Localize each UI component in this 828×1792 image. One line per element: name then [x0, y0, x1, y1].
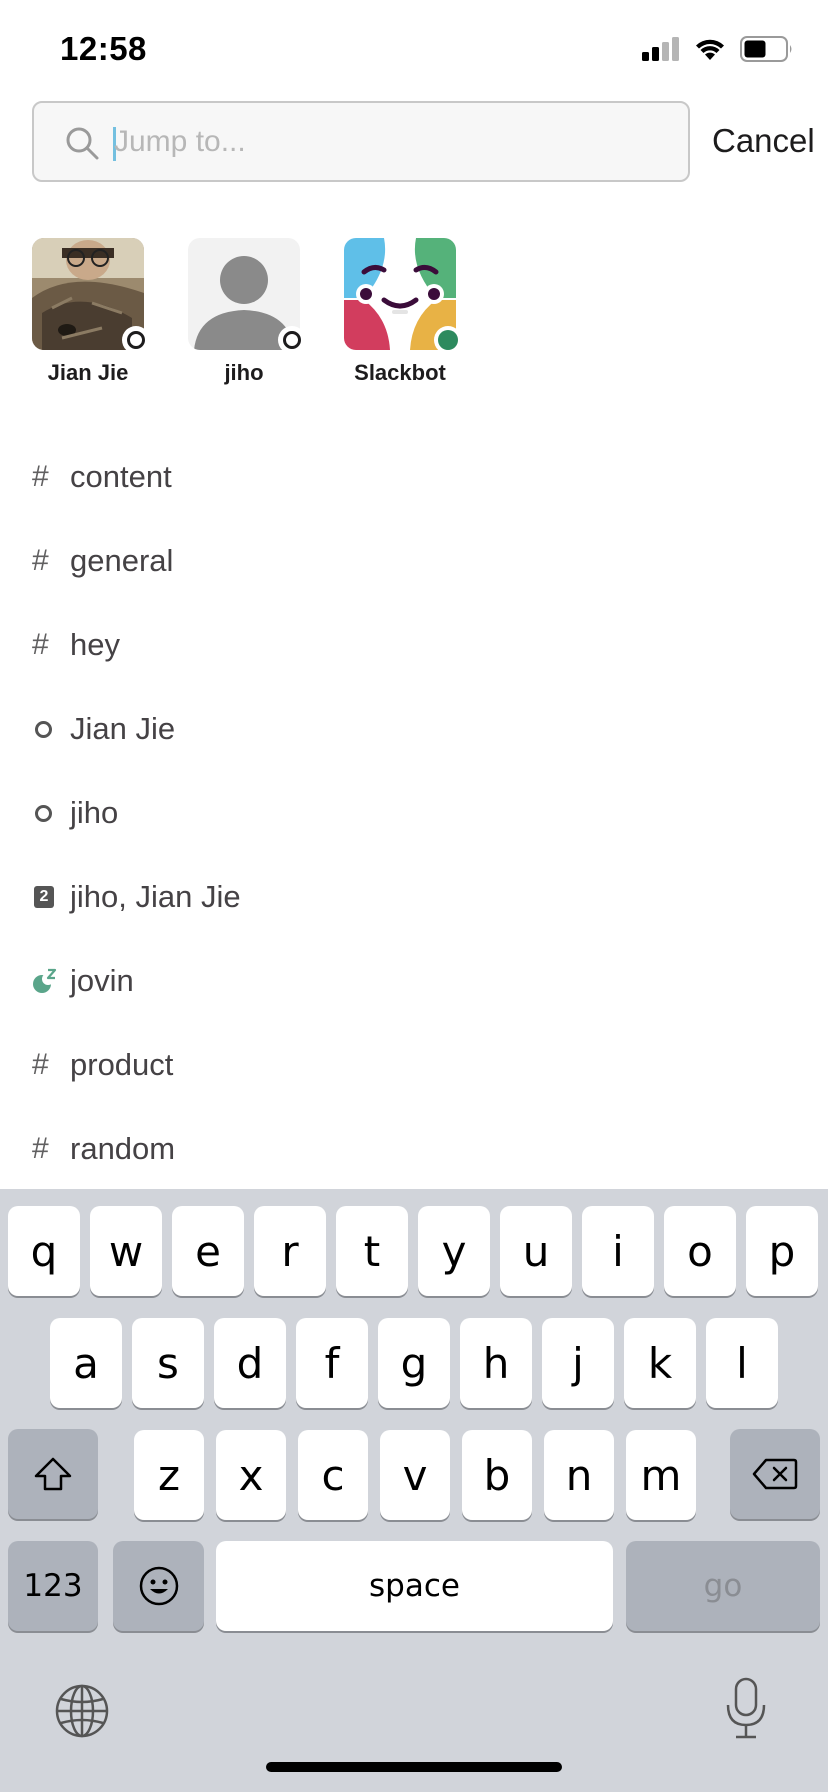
key-n[interactable]: n: [544, 1430, 614, 1520]
away-presence-icon: [32, 804, 70, 822]
avatar-name: jiho: [224, 360, 264, 385]
keyboard: qwertyuiop asdfghjkl zxcvbnm 123 space g…: [0, 1189, 828, 1792]
hash-icon: #: [32, 1048, 49, 1081]
status-bar: 12:58: [0, 0, 828, 100]
channel-row-general[interactable]: # general: [0, 519, 828, 603]
microphone-icon: [726, 1677, 766, 1739]
key-v[interactable]: v: [380, 1430, 450, 1520]
key-q[interactable]: q: [8, 1206, 80, 1296]
globe-button[interactable]: [54, 1683, 110, 1739]
avatar-item-slackbot[interactable]: Slackbot: [344, 238, 462, 386]
away-presence-icon: [32, 720, 70, 738]
key-e[interactable]: e: [172, 1206, 244, 1296]
key-j[interactable]: j: [542, 1318, 614, 1408]
dm-label: Jian Jie: [70, 711, 176, 746]
key-t[interactable]: t: [336, 1206, 408, 1296]
key-s[interactable]: s: [132, 1318, 204, 1408]
group-dm-label: jiho, Jian Jie: [70, 879, 241, 914]
key-b[interactable]: b: [462, 1430, 532, 1520]
dm-row-jiho[interactable]: jiho: [0, 771, 828, 855]
search-input[interactable]: [114, 103, 674, 180]
channel-label: hey: [70, 627, 120, 662]
status-time: 12:58: [60, 30, 147, 67]
dm-row-jovin[interactable]: jovin: [0, 939, 828, 1023]
emoji-icon: [139, 1566, 178, 1606]
channel-row-product[interactable]: # product: [0, 1023, 828, 1107]
away-presence-icon: [278, 326, 306, 354]
dictation-button[interactable]: [722, 1677, 770, 1741]
space-key[interactable]: space: [216, 1541, 613, 1631]
key-f[interactable]: f: [296, 1318, 368, 1408]
avatar-item-jian-jie[interactable]: Jian Jie: [32, 238, 150, 386]
key-g[interactable]: g: [378, 1318, 450, 1408]
key-x[interactable]: x: [216, 1430, 286, 1520]
key-a[interactable]: a: [50, 1318, 122, 1408]
channel-row-random[interactable]: # random: [0, 1107, 828, 1191]
key-c[interactable]: c: [298, 1430, 368, 1520]
channel-label: random: [70, 1131, 176, 1166]
search-icon: [66, 127, 99, 160]
home-indicator: [266, 1762, 562, 1772]
key-h[interactable]: h: [460, 1318, 532, 1408]
cancel-button[interactable]: Cancel: [712, 122, 815, 160]
avatar-name: Jian Jie: [47, 360, 129, 385]
dm-row-jian-jie[interactable]: Jian Jie: [0, 687, 828, 771]
cellular-signal-icon: [642, 37, 679, 61]
snooze-presence-icon: [32, 968, 70, 994]
hash-icon: #: [32, 628, 49, 661]
key-u[interactable]: u: [500, 1206, 572, 1296]
key-l[interactable]: l: [706, 1318, 778, 1408]
hash-icon: #: [32, 544, 49, 577]
avatar-item-jiho[interactable]: jiho: [188, 238, 306, 386]
key-p[interactable]: p: [746, 1206, 818, 1296]
channel-label: content: [70, 459, 172, 494]
key-i[interactable]: i: [582, 1206, 654, 1296]
backspace-key[interactable]: [730, 1429, 820, 1519]
key-y[interactable]: y: [418, 1206, 490, 1296]
active-presence-icon: [434, 326, 462, 354]
key-m[interactable]: m: [626, 1430, 696, 1520]
channel-label: product: [70, 1047, 174, 1082]
key-r[interactable]: r: [254, 1206, 326, 1296]
go-key[interactable]: go: [626, 1541, 820, 1631]
away-presence-icon: [122, 326, 150, 354]
backspace-icon: [752, 1458, 798, 1490]
shift-icon: [34, 1457, 72, 1491]
shift-key[interactable]: [8, 1429, 98, 1519]
recent-avatars: Jian Jie jiho Slackbot: [32, 238, 462, 386]
channel-row-hey[interactable]: # hey: [0, 603, 828, 687]
channel-row-content[interactable]: # content: [0, 435, 828, 519]
key-w[interactable]: w: [90, 1206, 162, 1296]
group-dm-2-icon: 2: [32, 886, 70, 908]
wifi-icon: [696, 39, 724, 60]
globe-icon: [55, 1684, 109, 1738]
channel-label: general: [70, 543, 174, 578]
numbers-key[interactable]: 123: [8, 1541, 98, 1631]
key-z[interactable]: z: [134, 1430, 204, 1520]
battery-icon: [740, 36, 792, 62]
status-icons: [642, 34, 794, 64]
key-o[interactable]: o: [664, 1206, 736, 1296]
search-box[interactable]: [32, 101, 690, 182]
key-k[interactable]: k: [624, 1318, 696, 1408]
hash-icon: #: [32, 1132, 49, 1165]
channel-list: # content # general # hey Jian Jie jiho …: [0, 435, 828, 1191]
group-dm-row[interactable]: 2 jiho, Jian Jie: [0, 855, 828, 939]
hash-icon: #: [32, 460, 49, 493]
emoji-key[interactable]: [113, 1541, 204, 1631]
dm-label: jovin: [70, 963, 134, 998]
key-d[interactable]: d: [214, 1318, 286, 1408]
dm-label: jiho: [70, 795, 119, 830]
avatar-name: Slackbot: [354, 360, 446, 385]
